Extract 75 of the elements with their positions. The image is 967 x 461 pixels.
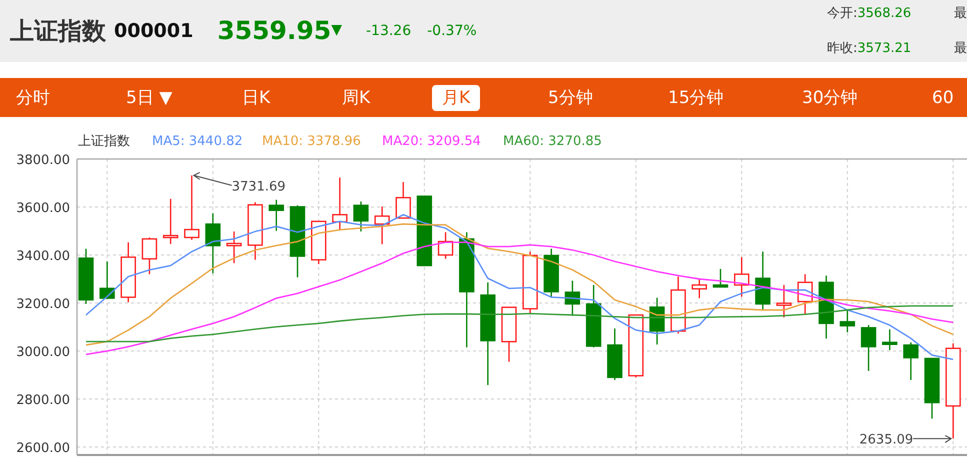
axis-label: 2800.00 bbox=[16, 393, 70, 408]
stat-value: 3568.26 bbox=[857, 4, 912, 22]
candlestick bbox=[882, 329, 898, 350]
legend-item: MA5: 3440.82 bbox=[152, 134, 243, 149]
candlestick bbox=[903, 342, 918, 380]
index-name: 上证指数 bbox=[10, 16, 106, 47]
candlestick bbox=[924, 358, 940, 419]
stat-label: 最 bbox=[954, 40, 967, 58]
axis-label: 2600.00 bbox=[16, 441, 70, 456]
period-tab[interactable]: 月K bbox=[432, 84, 480, 110]
candlestick bbox=[649, 298, 665, 345]
candlestick bbox=[607, 328, 622, 380]
candlestick bbox=[248, 202, 263, 260]
period-tab[interactable]: 日K bbox=[238, 84, 274, 110]
leader-arrow bbox=[912, 435, 952, 444]
leader-arrow bbox=[192, 172, 232, 186]
index-price: 3559.95 bbox=[217, 15, 332, 48]
candlestick bbox=[438, 232, 454, 259]
legend-item: MA60: 3270.85 bbox=[503, 134, 602, 149]
candlestick bbox=[860, 325, 876, 371]
candlestick bbox=[353, 201, 369, 232]
candlestick bbox=[120, 242, 136, 302]
stat-label: 最 bbox=[954, 4, 967, 22]
candlestick bbox=[268, 200, 284, 231]
candlestick bbox=[670, 276, 686, 334]
stat-value: 3573.21 bbox=[857, 40, 912, 58]
axis-label: 3200.00 bbox=[16, 297, 70, 312]
axis-label: 3800.00 bbox=[16, 153, 70, 168]
candlestick bbox=[226, 231, 242, 264]
period-tab[interactable]: 5日 ▼ bbox=[122, 84, 176, 110]
candlestick bbox=[311, 220, 326, 264]
annotation-label: 3731.69 bbox=[232, 179, 286, 194]
candlestick bbox=[205, 213, 221, 274]
candlestick bbox=[374, 206, 390, 244]
period-tab[interactable]: 60 bbox=[928, 84, 958, 110]
trend-arrow: ▼ bbox=[331, 21, 342, 40]
period-tab[interactable]: 15分钟 bbox=[664, 84, 728, 110]
candlestick bbox=[776, 285, 792, 318]
period-tab[interactable]: 分时 bbox=[12, 84, 54, 110]
candlestick bbox=[564, 280, 580, 316]
period-tab[interactable]: 周K bbox=[338, 84, 374, 110]
candlestick bbox=[818, 276, 834, 339]
candlestick bbox=[586, 285, 602, 348]
legend-item: 上证指数 bbox=[78, 134, 130, 149]
candlestick bbox=[100, 261, 115, 299]
price-change: -13.26 bbox=[366, 22, 412, 40]
index-code: 000001 bbox=[114, 18, 194, 44]
legend-item: MA20: 3209.54 bbox=[382, 134, 481, 149]
candlestick bbox=[692, 279, 707, 298]
candlestick bbox=[840, 310, 856, 332]
candlestick bbox=[734, 257, 750, 297]
axis-label: 3000.00 bbox=[16, 345, 70, 360]
legend-item: MA10: 3378.96 bbox=[262, 134, 361, 149]
percent-change: -0.37% bbox=[427, 22, 477, 40]
axis-label: 3600.00 bbox=[16, 201, 70, 216]
candlestick bbox=[797, 274, 813, 315]
annotation-label: 2635.09 bbox=[859, 432, 914, 448]
candlestick bbox=[522, 252, 538, 314]
candlestick bbox=[712, 268, 728, 288]
candlestick bbox=[628, 314, 644, 378]
period-tab[interactable]: 5分钟 bbox=[544, 84, 597, 110]
candlestick bbox=[142, 237, 158, 274]
candlestick bbox=[332, 177, 348, 230]
candlestick bbox=[162, 198, 178, 244]
axis-label: 3400.00 bbox=[16, 249, 70, 264]
candlestick bbox=[755, 252, 770, 310]
candlestick bbox=[184, 175, 200, 240]
candlestick bbox=[416, 196, 432, 266]
period-tab[interactable]: 30分钟 bbox=[798, 84, 862, 110]
candlestick bbox=[78, 248, 94, 304]
candlestick bbox=[396, 182, 411, 219]
candlestick bbox=[544, 248, 559, 298]
stat-label: 今开: bbox=[827, 4, 858, 22]
candlestick bbox=[501, 306, 517, 362]
stat-label: 昨收: bbox=[827, 40, 858, 58]
